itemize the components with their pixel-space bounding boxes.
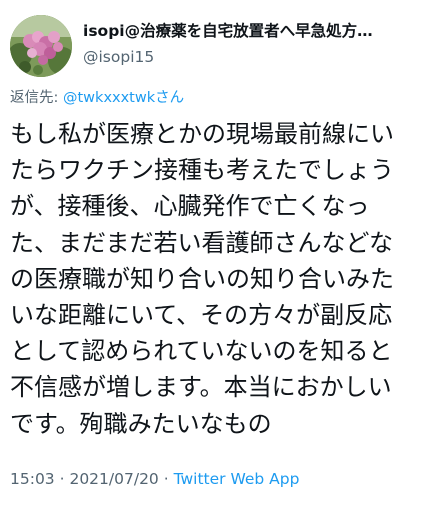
tweet-text-line: た、まだまだ若い看護師さんなどな: [10, 228, 394, 257]
tweet-metadata: 15:03 · 2021/07/20 · Twitter Web App: [10, 470, 299, 488]
reply-mention-handle: @twkxxxtwk: [63, 90, 156, 106]
meta-separator: ·: [54, 470, 70, 488]
tweet-source-link[interactable]: Twitter Web App: [174, 470, 300, 488]
reply-context: 返信先: @twkxxxtwkさん: [10, 86, 184, 107]
avatar[interactable]: [10, 15, 72, 77]
flower-photo-icon: [10, 15, 72, 77]
tweet-text-line: たらワクチン接種も考えたでしょう: [10, 156, 394, 185]
tweet-time: 15:03: [10, 470, 55, 488]
tweet-text: もし私が医療とかの現場最前線にい たらワクチン接種も考えたでしょう が、接種後、…: [10, 116, 440, 442]
display-name[interactable]: isopi@治療薬を自宅放置者へ早急処方…: [83, 20, 433, 42]
meta-separator: ·: [158, 470, 174, 488]
reply-mention-suffix: さん: [155, 90, 185, 106]
tweet-text-line: です。殉職みたいなもの: [10, 409, 272, 438]
tweet-date: 2021/07/20: [69, 470, 159, 488]
tweet-text-line: の医療職が知り合いの知り合いみた: [10, 264, 394, 293]
tweet-card: isopi@治療薬を自宅放置者へ早急処方… @isopi15 返信先: @twk…: [0, 0, 447, 510]
tweet-text-line: が、接種後、心臓発作で亡くなっ: [10, 192, 370, 221]
tweet-text-line: として認められていないのを知ると: [10, 337, 393, 366]
tweet-text-line: いな距離にいて、その方々が副反応: [10, 300, 393, 329]
tweet-timestamp[interactable]: 15:03 · 2021/07/20: [10, 470, 159, 488]
reply-mention-link[interactable]: @twkxxxtwkさん: [63, 90, 184, 106]
tweet-text-line: もし私が医療とかの現場最前線にい: [10, 120, 394, 148]
tweet-header: isopi@治療薬を自宅放置者へ早急処方… @isopi15: [10, 12, 437, 78]
reply-label: 返信先:: [10, 90, 59, 106]
user-handle[interactable]: @isopi15: [83, 46, 433, 68]
tweet-text-line: 不信感が増します。本当におかしい: [10, 373, 392, 402]
author-names: isopi@治療薬を自宅放置者へ早急処方… @isopi15: [83, 20, 433, 68]
